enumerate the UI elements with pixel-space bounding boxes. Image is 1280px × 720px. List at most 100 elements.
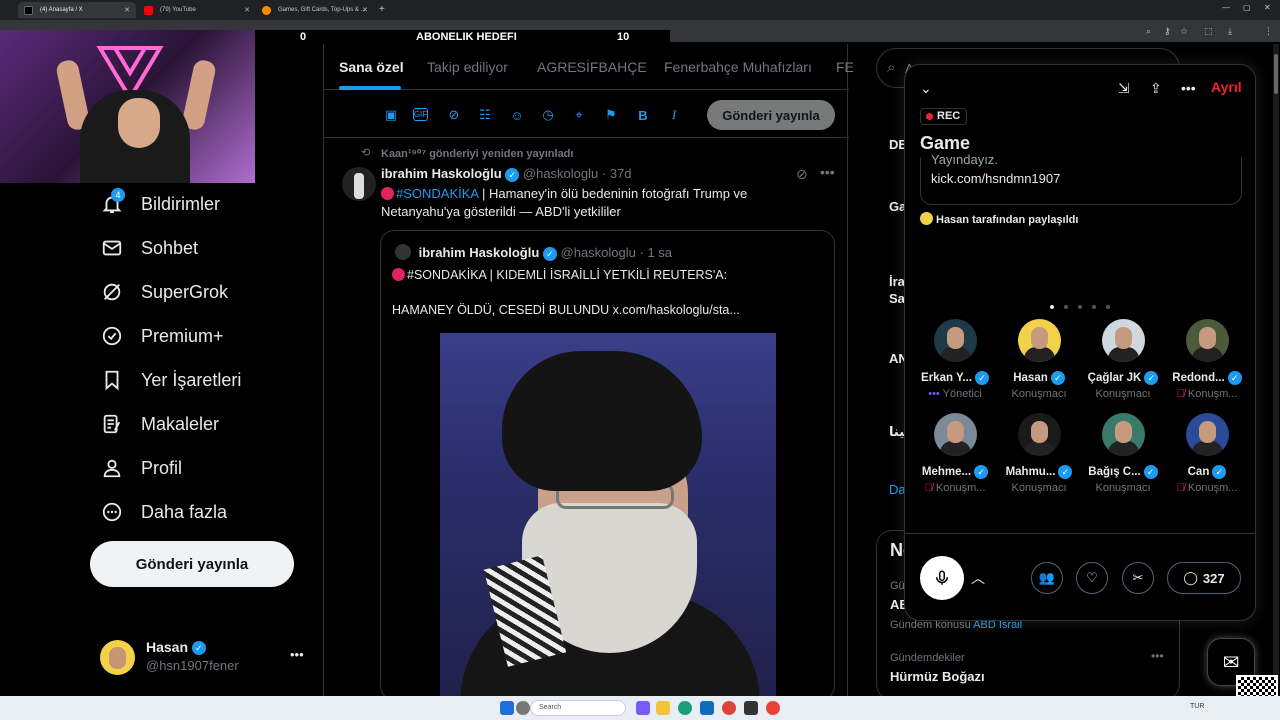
- sidebar-item-supergrok[interactable]: SuperGrok: [100, 274, 228, 310]
- tab-x-home[interactable]: (4) Anasayfa / X ✕: [18, 2, 136, 18]
- tab-following[interactable]: Takip ediliyor: [427, 59, 508, 75]
- leave-button[interactable]: Ayrıl: [1211, 79, 1242, 95]
- quoted-tweet[interactable]: ibrahim Haskoloğlu ✓ @haskologlu · 1 sa …: [380, 230, 835, 700]
- bold-icon[interactable]: B: [634, 106, 652, 124]
- schedule-icon[interactable]: ◷: [539, 106, 557, 124]
- location-icon[interactable]: ⌖: [570, 106, 588, 124]
- sidebar-item-bookmarks[interactable]: Yer İşaretleri: [100, 362, 241, 398]
- sidebar-item-premium[interactable]: Premium+: [100, 318, 224, 354]
- quote-image[interactable]: [440, 333, 776, 699]
- speaker-tile[interactable]: Hasan ✓ Konuşmacı: [999, 319, 1079, 409]
- pinned-line-2[interactable]: kick.com/hsndmn1907: [931, 170, 1060, 187]
- sidebar-item-label: Daha fazla: [141, 501, 228, 522]
- pinned-post[interactable]: Yayındayız. kick.com/hsndmn1907: [920, 152, 1242, 205]
- close-icon[interactable]: ✕: [124, 6, 130, 14]
- tweet-time[interactable]: · 37d: [602, 166, 632, 181]
- person-icon: [100, 456, 124, 480]
- more-icon[interactable]: •••: [820, 164, 835, 180]
- maximize-icon[interactable]: ▢: [1243, 3, 1251, 12]
- account-switcher[interactable]: Hasan ✓ @hsn1907fener •••: [100, 638, 310, 678]
- gif-icon[interactable]: GIF: [413, 108, 428, 121]
- subscriber-goal-bar: 0 ABONELIK HEDEFI 10: [255, 30, 670, 44]
- speaker-role: Konuşmacı: [1083, 388, 1163, 400]
- post-button[interactable]: Gönderi yayınla: [90, 541, 294, 587]
- speaker-tile[interactable]: Mehme... ✓ 🎙̸ Konuşm...: [915, 413, 995, 503]
- tab-games[interactable]: Games, Gift Cards, Top-Ups & ... ✕: [256, 2, 374, 18]
- speaker-tile[interactable]: Redond... ✓ 🎙̸ Konuşm...: [1167, 319, 1247, 409]
- speaker-tile[interactable]: Çağlar JK ✓ Konuşmacı: [1083, 319, 1163, 409]
- speaker-name-row: Can ✓: [1167, 456, 1247, 479]
- more-icon[interactable]: •••: [1151, 649, 1164, 663]
- store-icon[interactable]: [700, 701, 714, 715]
- taskbar-search[interactable]: Search: [530, 700, 626, 716]
- clip-button[interactable]: ✂: [1122, 562, 1154, 594]
- close-icon[interactable]: ✕: [362, 6, 368, 14]
- app-icon[interactable]: [744, 701, 758, 715]
- tab-for-you[interactable]: Sana özel: [339, 59, 404, 75]
- speaker-tile[interactable]: Can ✓ 🎙̸ Konuşm...: [1167, 413, 1247, 503]
- mic-muted-icon: 🎙̸: [1176, 482, 1188, 494]
- window-close-icon[interactable]: ✕: [1264, 3, 1271, 12]
- minimize-space-icon[interactable]: ⇲: [1118, 80, 1130, 97]
- edge-icon[interactable]: [678, 701, 692, 715]
- sidebar-item-profile[interactable]: Profil: [100, 450, 182, 486]
- poll-icon[interactable]: ☷: [476, 106, 494, 124]
- copilot-icon[interactable]: [636, 701, 650, 715]
- mic-muted-icon: 🎙̸: [1176, 388, 1188, 400]
- tweet[interactable]: ⟲ Kaan¹⁹⁰⁷ gönderiyi yeniden yayınladı i…: [324, 140, 849, 700]
- grok-icon[interactable]: ⊘: [796, 166, 808, 183]
- chevron-down-icon[interactable]: ⌄: [920, 80, 932, 97]
- composer-toolbar: ▣ GIF ⊘ ☷ ☺ ◷ ⌖ ⚑ B I Gönderi yayınla: [324, 94, 849, 138]
- speaker-name: Mehme...: [921, 466, 972, 478]
- avatar[interactable]: [342, 167, 376, 201]
- sidebar-item-chat[interactable]: Sohbet: [100, 230, 198, 266]
- sidebar-item-notifications[interactable]: 4 Bildirimler: [100, 186, 220, 222]
- emoji-icon[interactable]: ☺: [508, 106, 526, 124]
- comments-button[interactable]: ◯ 327: [1167, 562, 1241, 594]
- windows-start-icon[interactable]: [500, 701, 514, 715]
- trend-snippet[interactable]: İra: [889, 274, 905, 289]
- sidebar-item-more[interactable]: Daha fazla: [100, 494, 227, 530]
- people-button[interactable]: 👥: [1031, 562, 1063, 594]
- chevron-up-icon[interactable]: ︿: [971, 568, 985, 588]
- hashtag-link[interactable]: #SONDAKİKA: [396, 186, 478, 201]
- chrome-icon[interactable]: [766, 701, 780, 715]
- tab-fe[interactable]: FE: [836, 59, 854, 75]
- tab-fenerbahce-muhafizlari[interactable]: Fenerbahçe Muhafızları: [664, 59, 812, 75]
- new-tab-icon[interactable]: +: [379, 4, 385, 15]
- author-name[interactable]: ibrahim Haskoloğlu: [381, 166, 502, 181]
- sidebar-item-articles[interactable]: Makaleler: [100, 406, 219, 442]
- tab-youtube[interactable]: (79) YouTube ✕: [138, 2, 256, 18]
- widgets-icon[interactable]: [516, 701, 530, 715]
- compose-publish-button[interactable]: Gönderi yayınla: [707, 100, 835, 130]
- speaker-tile[interactable]: Erkan Y... ✓ ••• Yönetici: [915, 319, 995, 409]
- speaker-tile[interactable]: Mahmu... ✓ Konuşmacı: [999, 413, 1079, 503]
- file-explorer-icon[interactable]: [656, 701, 670, 715]
- language-indicator[interactable]: TUR: [1190, 703, 1204, 710]
- flag-icon[interactable]: ⚑: [602, 106, 620, 124]
- image-icon[interactable]: ▣: [382, 106, 400, 124]
- tab-agresifbahce[interactable]: AGRESİFBAHÇE: [537, 59, 647, 75]
- download-icon[interactable]: ⤓: [1228, 26, 1232, 37]
- key-icon[interactable]: ⚷: [1164, 26, 1171, 37]
- italic-icon[interactable]: I: [665, 106, 683, 124]
- author-handle[interactable]: @haskologlu: [523, 166, 598, 181]
- grok-icon[interactable]: ⊘: [445, 106, 463, 124]
- chrome-icon[interactable]: [722, 701, 736, 715]
- close-icon[interactable]: ✕: [244, 6, 250, 14]
- star-icon[interactable]: ☆: [1180, 26, 1188, 37]
- more-icon[interactable]: •••: [290, 647, 304, 662]
- speaker-tile[interactable]: Bağış C... ✓ Konuşmacı: [1083, 413, 1163, 503]
- people-icon: 👥: [1038, 570, 1056, 585]
- menu-icon[interactable]: ⋮: [1264, 26, 1273, 37]
- trend-title[interactable]: Hürmüz Boğazı: [890, 669, 985, 684]
- react-button[interactable]: ♡: [1076, 562, 1108, 594]
- share-icon[interactable]: ⇪: [1150, 80, 1162, 97]
- scrollbar[interactable]: [1273, 44, 1279, 684]
- more-icon[interactable]: •••: [1181, 80, 1196, 96]
- search-icon[interactable]: ⌕: [1146, 26, 1151, 37]
- microphone-button[interactable]: [920, 556, 964, 600]
- extension-icon[interactable]: ⬚: [1204, 26, 1213, 37]
- trend-snippet[interactable]: Sa: [889, 291, 905, 306]
- minimize-icon[interactable]: —: [1222, 3, 1230, 12]
